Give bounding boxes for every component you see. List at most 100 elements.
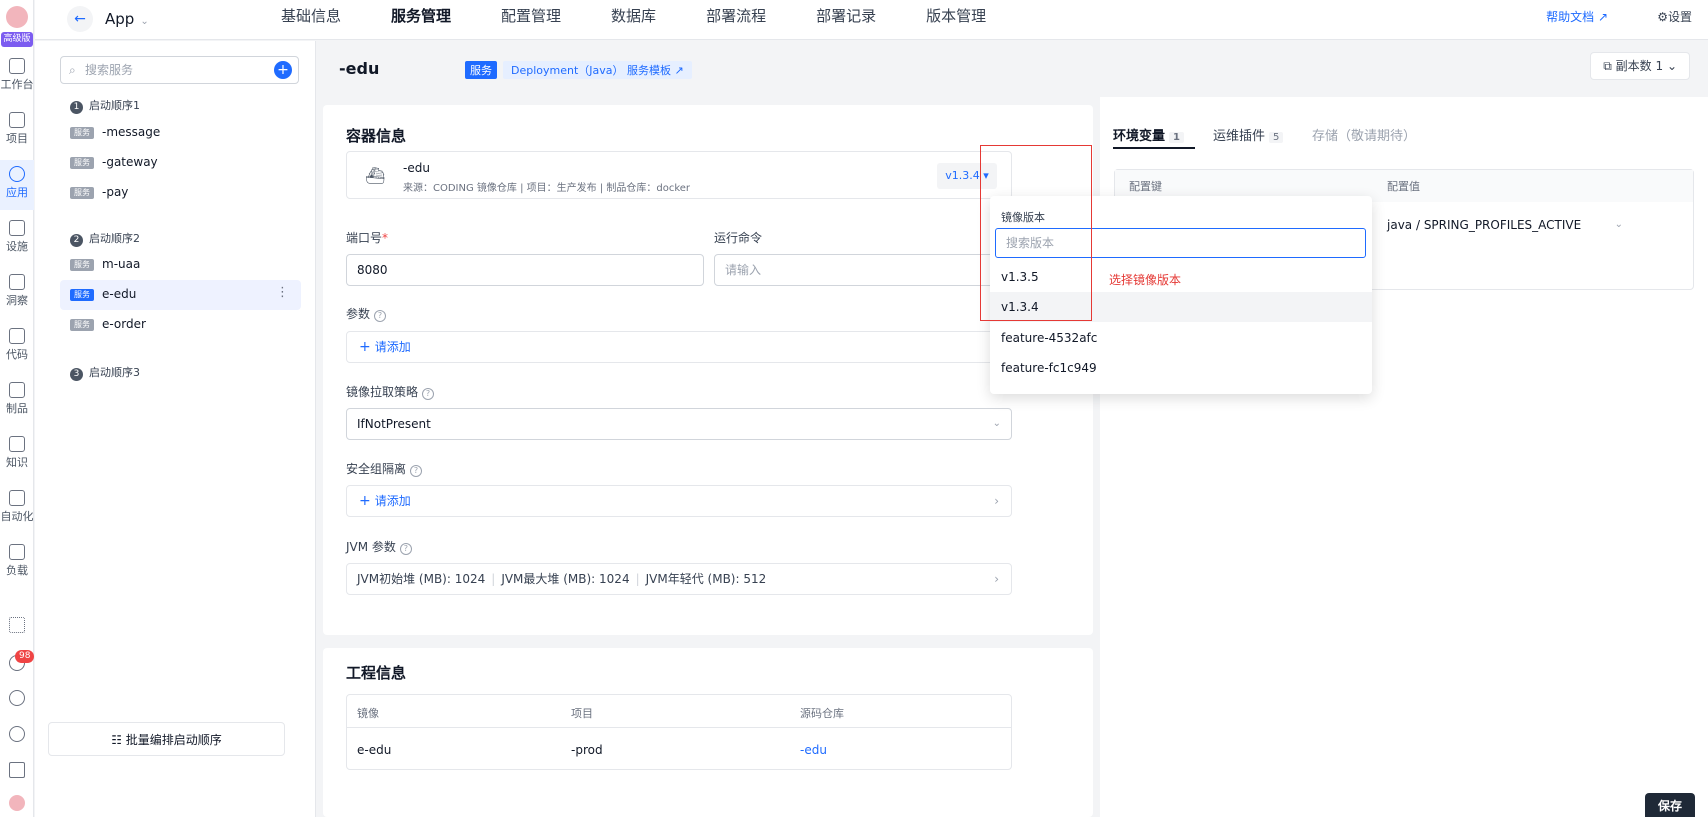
service-item-active[interactable]: 服务 e-edu ⋮ [60, 280, 301, 310]
port-input[interactable] [346, 254, 704, 286]
nav-workload[interactable]: 负载 [0, 538, 34, 588]
args-label: 参数? [346, 305, 387, 322]
more-vertical-icon[interactable]: ⋮ [276, 285, 289, 300]
add-security-group-button[interactable]: + 请添加 › [346, 485, 1012, 517]
replica-count-select[interactable]: ⧉ 副本数 1 ⌄ [1590, 52, 1690, 80]
back-button[interactable]: ← [67, 6, 93, 32]
rocket-icon[interactable] [9, 762, 25, 778]
tab-count: 1 [1169, 132, 1184, 143]
settings-link[interactable]: ⚙设置 [1657, 8, 1692, 25]
jvm-params-label: JVM 参数? [346, 538, 412, 555]
nav-infra[interactable]: 设施 [0, 214, 34, 264]
batch-order-button[interactable]: ☷ 批量编排启动顺序 [48, 722, 285, 756]
tab-env-vars[interactable]: 环境变量 1 [1113, 125, 1184, 144]
copy-icon: ⧉ [1603, 59, 1616, 73]
tab-version-management[interactable]: 版本管理 [901, 0, 1011, 40]
run-command-label: 运行命令 [714, 231, 763, 245]
automation-icon [9, 490, 25, 506]
add-args-button[interactable]: + 请添加 [346, 331, 1012, 363]
apps-grid-icon[interactable] [9, 617, 25, 633]
tab-config-management[interactable]: 配置管理 [476, 0, 586, 40]
version-option[interactable]: feature-fc1c949 [990, 353, 1372, 383]
tab-deploy-records[interactable]: 部署记录 [791, 0, 901, 40]
project-info-title: 工程信息 [346, 664, 407, 682]
tab-deploy-flow[interactable]: 部署流程 [681, 0, 791, 40]
version-option[interactable]: feature-4532afc [990, 323, 1372, 353]
order-number: 2 [70, 234, 83, 247]
save-button[interactable]: 保存 [1645, 793, 1695, 817]
jvm-initial-heap: JVM初始堆 (MB): 1024 [357, 572, 486, 586]
image-name: -edu [403, 161, 430, 175]
service-item[interactable]: 服务 e-order [60, 310, 301, 340]
server-icon [9, 220, 25, 236]
question-icon: ? [399, 543, 412, 555]
service-name: -gateway [102, 155, 158, 169]
service-list-panel: ⌕ + 1启动顺序1 服务-message 服务-gateway 服务-pay … [35, 41, 316, 817]
tab-basic-info[interactable]: 基础信息 [256, 0, 366, 40]
monitor-icon [9, 58, 25, 74]
nav-label: 知识 [6, 456, 28, 469]
order-number: 1 [70, 101, 83, 114]
nav-app[interactable]: 应用 [0, 160, 34, 210]
top-navbar: ← App ⌄ 基础信息 服务管理 配置管理 数据库 部署流程 部署记录 版本管理… [35, 0, 1708, 40]
pull-policy-label-text: 镜像拉取策略 [346, 385, 419, 399]
nav-label: 洞察 [6, 294, 28, 307]
question-icon: ? [410, 465, 423, 477]
nav-insight[interactable]: 洞察 [0, 268, 34, 318]
left-nav-rail: 高级版 工作台 项目 应用 设施 洞察 代码 制品 知识 自动化 负载 98 [0, 0, 35, 817]
tab-label: 环境变量 [1113, 129, 1166, 144]
app-icon [9, 166, 25, 182]
service-tag: 服务 [70, 259, 94, 271]
service-name: e-edu [102, 287, 137, 301]
chevron-down-icon: ⌄ [1614, 219, 1623, 230]
service-name: -pay [102, 185, 129, 199]
notification-badge: 98 [15, 650, 35, 663]
pull-policy-select[interactable]: IfNotPresent ⌄ [346, 408, 1012, 440]
settings-icon[interactable] [9, 690, 25, 706]
image-meta: 来源：CODING 镜像仓库 | 项目：生产发布 | 制品仓库：docker [403, 183, 691, 194]
user-icon [9, 544, 25, 560]
run-command-input[interactable] [714, 254, 1012, 286]
cell-image: e-edu [357, 743, 392, 757]
trend-icon [9, 274, 25, 290]
nav-automation[interactable]: 自动化 [0, 484, 34, 534]
tab-database[interactable]: 数据库 [586, 0, 681, 40]
divider: | [635, 572, 640, 586]
service-item[interactable]: 服务 -message [60, 118, 301, 148]
book-icon [9, 436, 25, 452]
nav-code[interactable]: 代码 [0, 322, 34, 372]
list-icon: ☷ [111, 733, 126, 747]
nav-workbench[interactable]: 工作台 [0, 52, 34, 102]
order-label: 启动顺序2 [89, 232, 140, 245]
security-group-label: 安全组隔离? [346, 460, 423, 477]
deployment-template-link[interactable]: Deployment（Java） 服务模板 ↗ [503, 61, 692, 79]
app-switcher[interactable]: App ⌄ [105, 10, 149, 28]
order-number: 3 [70, 368, 83, 381]
folder-icon [9, 112, 25, 128]
add-service-button[interactable]: + [274, 61, 292, 79]
service-item[interactable]: 服务 -gateway [60, 148, 301, 178]
nav-knowledge[interactable]: 知识 [0, 430, 34, 480]
tab-ops-plugins[interactable]: 运维插件 5 [1213, 125, 1284, 144]
help-docs-link[interactable]: 帮助文档 ↗ [1546, 8, 1608, 25]
service-tag: 服务 [70, 319, 94, 331]
service-item[interactable]: 服务 m-uaa [60, 250, 301, 280]
service-title: -edu [339, 59, 380, 78]
user-avatar[interactable] [6, 6, 28, 28]
profile-avatar[interactable] [9, 795, 25, 811]
plus-icon: + [359, 339, 371, 355]
nav-project[interactable]: 项目 [0, 106, 34, 156]
nav-label: 项目 [6, 132, 28, 145]
env-value-select[interactable]: java / SPRING_PROFILES_ACTIVE ⌄ [1387, 210, 1647, 240]
cell-repo-link[interactable]: -edu [800, 743, 827, 757]
nav-artifact[interactable]: 制品 [0, 376, 34, 426]
service-search-input[interactable] [85, 61, 255, 79]
pull-policy-value: IfNotPresent [357, 417, 431, 431]
help-icon[interactable] [9, 726, 25, 742]
tab-service-management[interactable]: 服务管理 [366, 0, 476, 40]
chevron-down-icon: ⌄ [1663, 59, 1677, 73]
jvm-params-label-text: JVM 参数 [346, 540, 396, 554]
service-item[interactable]: 服务 -pay [60, 178, 301, 208]
startup-order-1: 1 启动顺序1 [70, 97, 140, 114]
jvm-params-row[interactable]: JVM初始堆 (MB): 1024 | JVM最大堆 (MB): 1024 | JVM年… [346, 563, 1012, 595]
